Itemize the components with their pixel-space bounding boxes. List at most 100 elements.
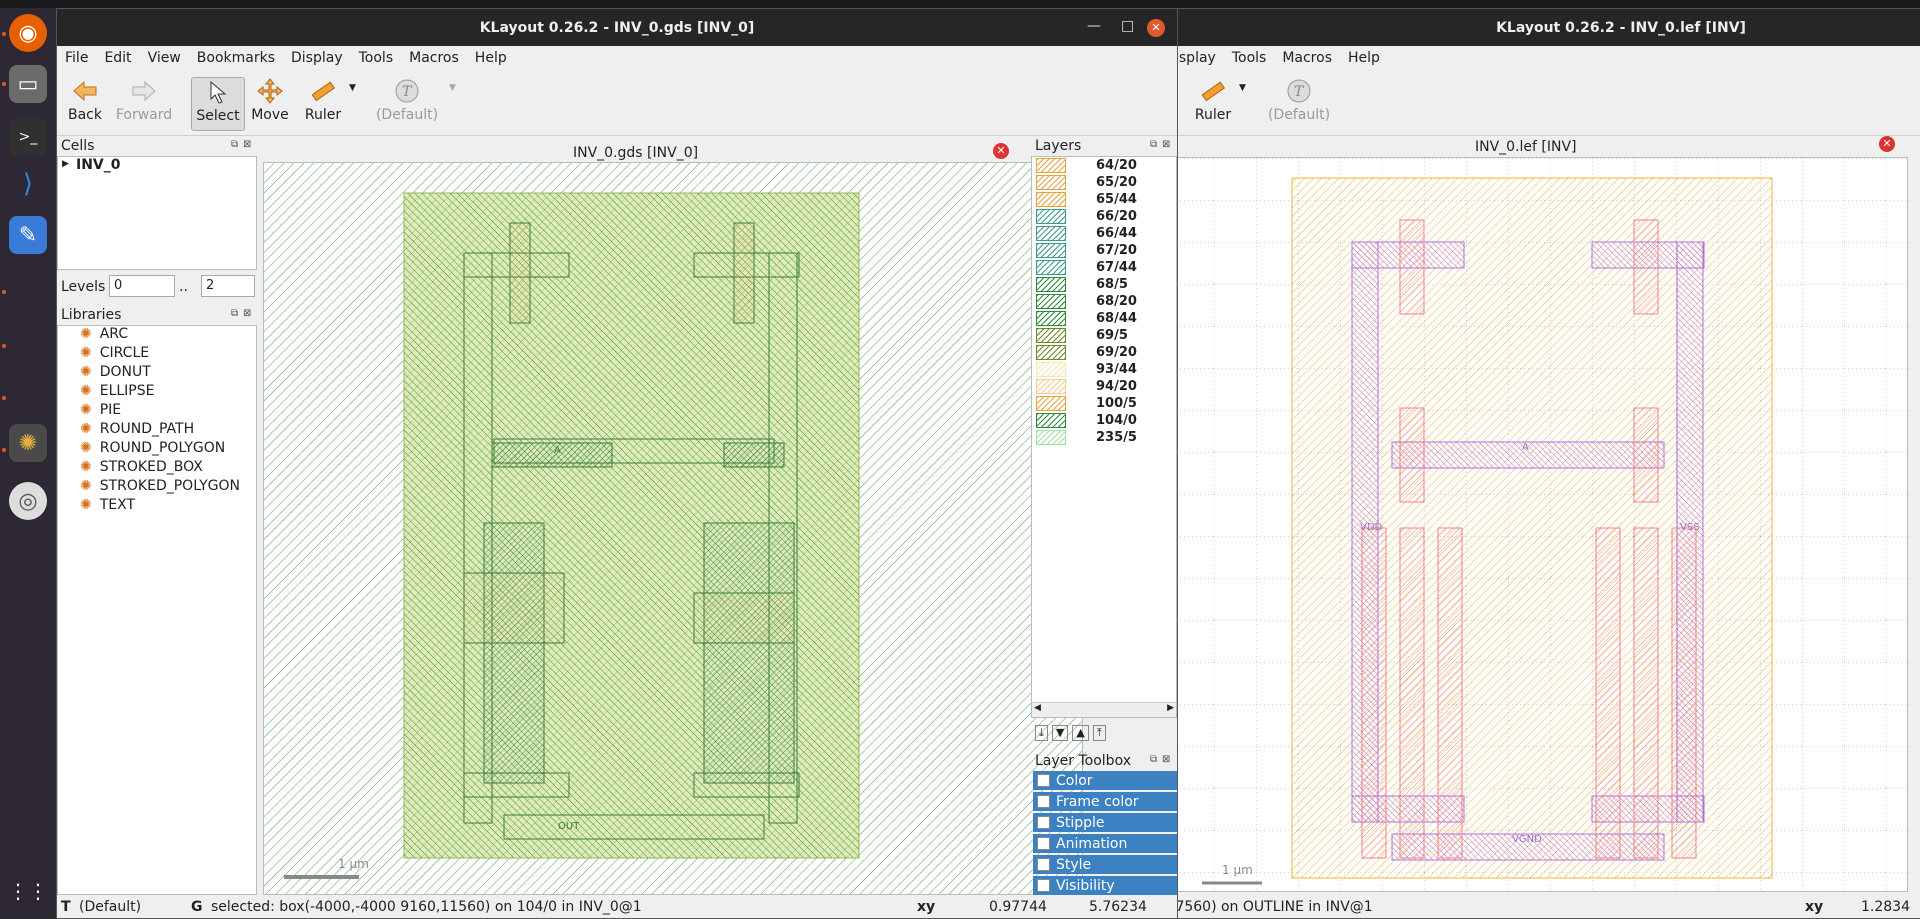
- float-panel-icon[interactable]: ⧉: [1150, 139, 1157, 150]
- layer-row[interactable]: 65/20: [1036, 174, 1137, 191]
- text-editor-icon[interactable]: ✎: [9, 216, 47, 254]
- layer-row[interactable]: 68/44: [1036, 310, 1137, 327]
- close-view-icon[interactable]: ✕: [1879, 136, 1895, 152]
- layer-row[interactable]: 104/0: [1036, 412, 1137, 429]
- menu-display[interactable]: isplay: [1171, 50, 1224, 66]
- menu-edit[interactable]: Edit: [96, 50, 139, 66]
- close-panel-icon[interactable]: ⊠: [243, 308, 251, 319]
- layer-row[interactable]: 69/20: [1036, 344, 1137, 361]
- layer-swatch: [1036, 362, 1066, 377]
- move-down-icon[interactable]: ▼: [1051, 725, 1069, 741]
- layer-row[interactable]: 100/5: [1036, 395, 1137, 412]
- layer-row[interactable]: 67/44: [1036, 259, 1137, 276]
- expand-checkbox[interactable]: [1037, 879, 1050, 892]
- minimize-icon[interactable]: —: [1087, 18, 1101, 34]
- chevron-down-icon[interactable]: ▼: [349, 83, 356, 93]
- menu-help[interactable]: Help: [467, 50, 515, 66]
- chevron-down-icon: ▼: [449, 83, 456, 93]
- library-item[interactable]: ✺ ROUND_POLYGON: [80, 440, 225, 456]
- menu-bookmarks[interactable]: Bookmarks: [189, 50, 283, 66]
- scroll-left-icon[interactable]: ◀: [1034, 703, 1041, 713]
- layer-row[interactable]: 69/5: [1036, 327, 1128, 344]
- files-icon[interactable]: ▭: [9, 65, 47, 103]
- layout-canvas-lef[interactable]: VDD VSS A VGND 1 µm: [1171, 157, 1908, 892]
- vscode-icon[interactable]: ⟩: [9, 165, 47, 203]
- library-item[interactable]: ✺ TEXT: [80, 497, 135, 513]
- layer-row[interactable]: 65/44: [1036, 191, 1137, 208]
- move-up-icon[interactable]: ▲: [1072, 725, 1089, 741]
- move-button[interactable]: Move: [247, 77, 293, 129]
- cell-item[interactable]: INV_0: [76, 157, 121, 173]
- menu-help[interactable]: Help: [1340, 50, 1388, 66]
- layout-canvas-gds[interactable]: A OUT 1 µm: [263, 162, 1083, 895]
- toolbox-color[interactable]: Color: [1033, 771, 1177, 790]
- expand-checkbox[interactable]: [1037, 795, 1050, 808]
- ruler-button[interactable]: Ruler: [1191, 77, 1235, 129]
- klayout-icon[interactable]: ✺: [9, 424, 47, 462]
- toolbox-stipple[interactable]: Stipple: [1033, 813, 1177, 832]
- horizontal-scrollbar[interactable]: ◀ ▶: [1032, 702, 1176, 717]
- menu-tools[interactable]: Tools: [351, 50, 402, 66]
- menu-tools[interactable]: Tools: [1224, 50, 1275, 66]
- toolbox-animation[interactable]: Animation: [1033, 834, 1177, 853]
- menu-macros[interactable]: Macros: [401, 50, 467, 66]
- library-item[interactable]: ✺ ELLIPSE: [80, 383, 154, 399]
- maximize-icon[interactable]: □: [1121, 18, 1134, 34]
- cells-tree[interactable]: ▶ INV_0: [57, 156, 257, 270]
- layers-list[interactable]: 64/20 65/20 65/44 66/20 66/44 67/20 67/44 68/5 6…: [1031, 156, 1177, 718]
- close-view-icon[interactable]: ✕: [993, 143, 1009, 159]
- expand-checkbox[interactable]: [1037, 837, 1050, 850]
- toolbox-frame-color[interactable]: Frame color: [1033, 792, 1177, 811]
- terminal-icon[interactable]: >_: [9, 118, 47, 156]
- toolbox-visibility[interactable]: Visibility: [1033, 876, 1177, 895]
- menu-macros[interactable]: Macros: [1274, 50, 1340, 66]
- library-item[interactable]: ✺ CIRCLE: [80, 345, 149, 361]
- library-item[interactable]: ✺ STROKED_BOX: [80, 459, 203, 475]
- select-button[interactable]: Select: [191, 77, 245, 131]
- layer-row[interactable]: 94/20: [1036, 378, 1137, 395]
- layer-row[interactable]: 66/20: [1036, 208, 1137, 225]
- ruler-button[interactable]: Ruler: [299, 77, 347, 129]
- layer-swatch: [1036, 158, 1066, 173]
- libraries-list[interactable]: ✺ ARC ✺ CIRCLE ✺ DONUT ✺ ELLIPSE ✺ PIE ✺ ROUND…: [57, 325, 257, 895]
- layer-row[interactable]: 64/20: [1036, 157, 1137, 174]
- layer-row[interactable]: 68/5: [1036, 276, 1128, 293]
- menu-file[interactable]: File: [57, 50, 96, 66]
- move-top-icon[interactable]: ⤒: [1092, 725, 1106, 741]
- menu-view[interactable]: View: [140, 50, 189, 66]
- gear-icon: ✺: [80, 345, 92, 361]
- close-panel-icon[interactable]: ⊠: [1162, 754, 1170, 765]
- dvd-icon[interactable]: ◎: [9, 482, 47, 520]
- layer-row[interactable]: 68/20: [1036, 293, 1137, 310]
- expand-arrow-icon[interactable]: ▶: [62, 159, 69, 169]
- layer-row[interactable]: 93/44: [1036, 361, 1137, 378]
- back-button[interactable]: Back: [61, 77, 109, 129]
- menu-display[interactable]: Display: [283, 50, 351, 66]
- expand-checkbox[interactable]: [1037, 858, 1050, 871]
- expand-checkbox[interactable]: [1037, 774, 1050, 787]
- firefox-icon[interactable]: ◉: [9, 14, 47, 52]
- levels-from-input[interactable]: 0: [109, 275, 175, 297]
- layer-row[interactable]: 235/5: [1036, 429, 1137, 446]
- library-item[interactable]: ✺ ARC: [80, 326, 128, 342]
- status-xy-label: xy: [1805, 899, 1824, 915]
- scroll-right-icon[interactable]: ▶: [1167, 703, 1174, 713]
- library-item[interactable]: ✺ STROKED_POLYGON: [80, 478, 240, 494]
- show-apps-icon[interactable]: ⋮⋮: [8, 872, 48, 910]
- float-panel-icon[interactable]: ⧉: [231, 308, 238, 319]
- library-item[interactable]: ✺ DONUT: [80, 364, 151, 380]
- expand-checkbox[interactable]: [1037, 816, 1050, 829]
- move-bottom-icon[interactable]: ⤓: [1035, 725, 1048, 741]
- levels-to-input[interactable]: 2: [201, 275, 255, 297]
- layer-row[interactable]: 67/20: [1036, 242, 1137, 259]
- library-item[interactable]: ✺ ROUND_PATH: [80, 421, 194, 437]
- close-window-icon[interactable]: ✕: [1147, 19, 1165, 37]
- chevron-down-icon[interactable]: ▼: [1239, 83, 1246, 93]
- layer-row[interactable]: 66/44: [1036, 225, 1137, 242]
- library-item[interactable]: ✺ PIE: [80, 402, 121, 418]
- close-panel-icon[interactable]: ⊠: [1162, 139, 1170, 150]
- close-panel-icon[interactable]: ⊠: [243, 139, 251, 150]
- float-panel-icon[interactable]: ⧉: [1150, 754, 1157, 765]
- float-panel-icon[interactable]: ⧉: [231, 139, 238, 150]
- toolbox-style[interactable]: Style: [1033, 855, 1177, 874]
